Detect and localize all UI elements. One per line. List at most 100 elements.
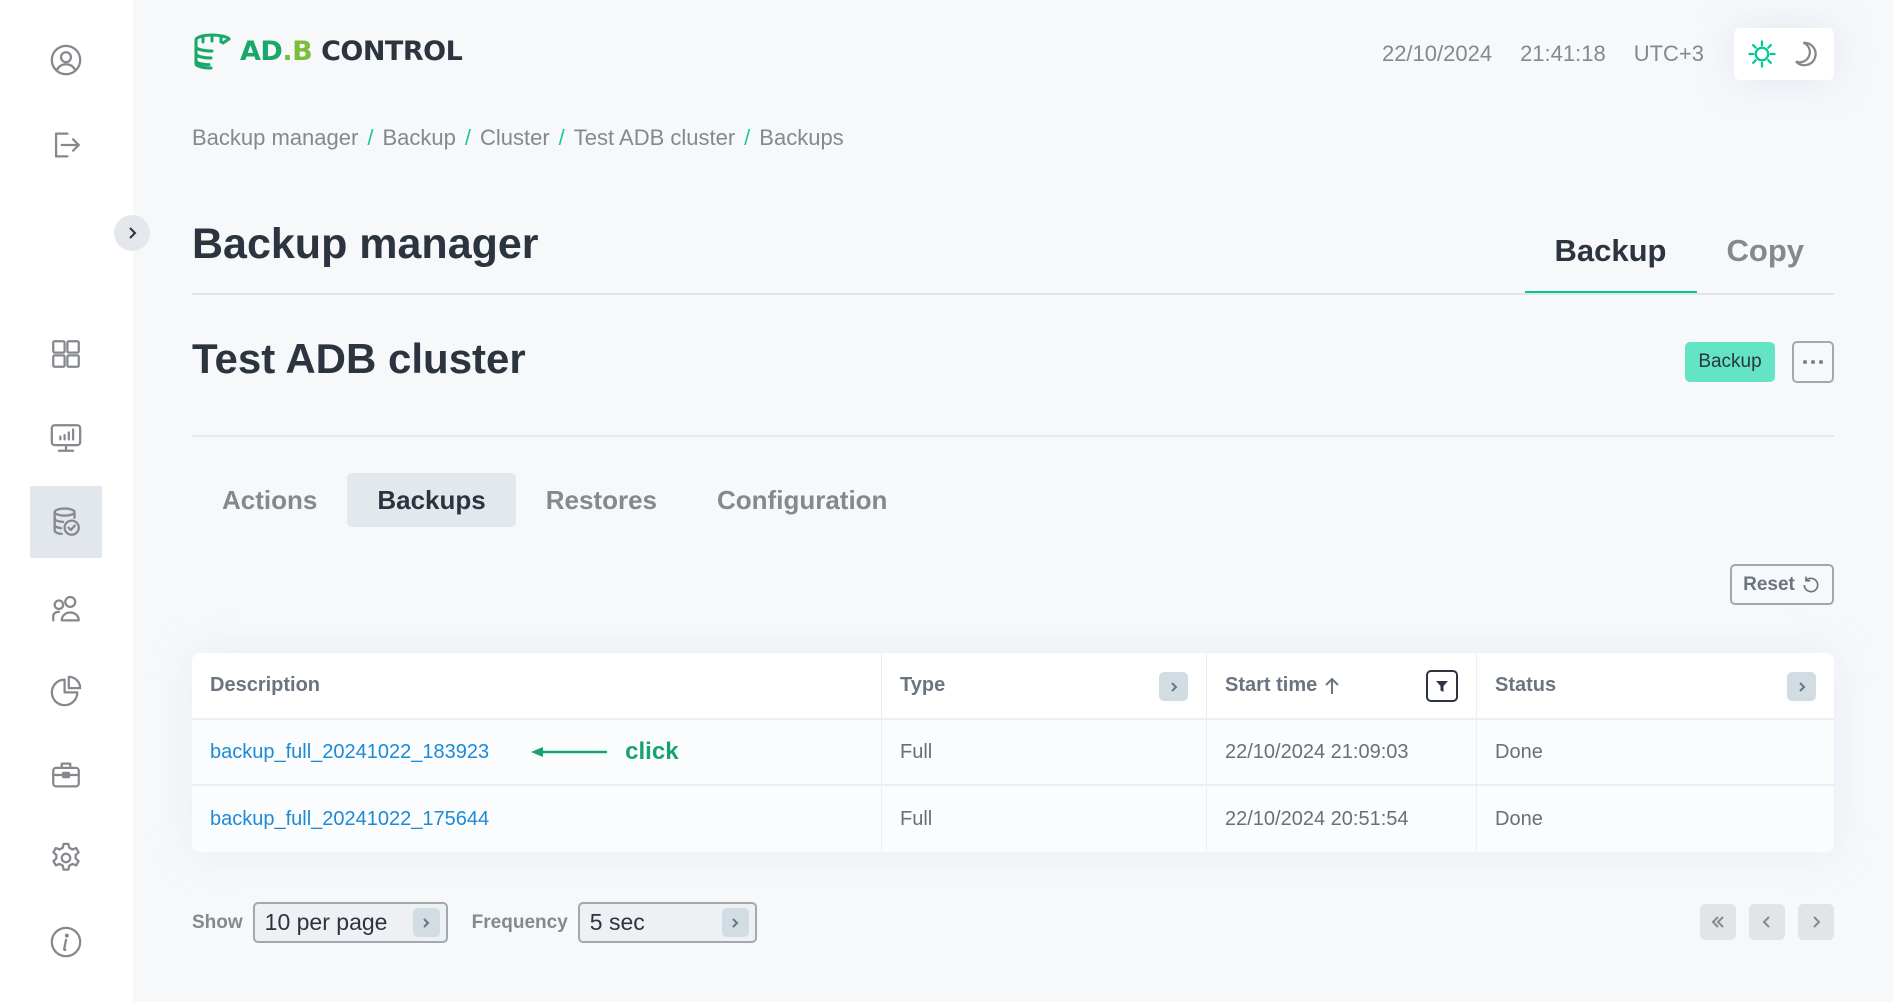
sidebar-item-settings[interactable] bbox=[30, 822, 102, 894]
show-label: Show bbox=[192, 911, 243, 933]
per-page-select[interactable]: 10 per page bbox=[252, 902, 448, 943]
tab-backup[interactable]: Backup bbox=[1524, 225, 1697, 295]
frequency-value: 5 sec bbox=[589, 909, 645, 935]
sidebar-item-monitoring[interactable] bbox=[30, 402, 102, 474]
chevron-right-icon bbox=[1813, 916, 1821, 928]
reset-button[interactable]: Reset bbox=[1730, 564, 1834, 605]
user-profile-icon bbox=[50, 44, 82, 76]
main-content: AD.B CONTROL 22/10/2024 21:41:18 UTC+3 B… bbox=[133, 0, 1894, 1002]
column-header-type: Type bbox=[882, 653, 1207, 718]
per-page-value: 10 per page bbox=[264, 909, 388, 935]
status-column-expand-button[interactable] bbox=[1787, 672, 1816, 701]
breadcrumb-cluster[interactable]: Cluster bbox=[480, 125, 550, 151]
type-column-expand-button[interactable] bbox=[1159, 672, 1188, 701]
chevron-right-icon bbox=[1798, 681, 1805, 692]
sidebar-item-dashboard[interactable] bbox=[30, 318, 102, 390]
table-header-row: Description Type Start time Status bbox=[192, 653, 1834, 720]
pagination bbox=[1700, 904, 1834, 940]
breadcrumb-separator: / bbox=[744, 125, 751, 150]
page-title: Backup manager bbox=[192, 220, 539, 268]
sort-ascending-icon[interactable] bbox=[1323, 676, 1341, 696]
column-header-status: Status bbox=[1477, 653, 1834, 718]
breadcrumb-backup-manager[interactable]: Backup manager bbox=[192, 125, 358, 151]
frequency-select[interactable]: 5 sec bbox=[577, 902, 757, 943]
start-time-filter-button[interactable] bbox=[1426, 670, 1458, 702]
table-footer: Show 10 per page Frequency 5 sec bbox=[192, 902, 757, 943]
chevron-right-icon bbox=[1170, 681, 1177, 692]
ellipsis-icon bbox=[1819, 360, 1823, 364]
tab-copy[interactable]: Copy bbox=[1697, 225, 1835, 295]
tab-backups[interactable]: Backups bbox=[347, 473, 516, 527]
tab-restores[interactable]: Restores bbox=[516, 473, 687, 527]
first-page-button[interactable] bbox=[1700, 904, 1736, 940]
annotation-text: click bbox=[625, 738, 679, 765]
column-header-start-time[interactable]: Start time bbox=[1207, 653, 1477, 718]
logo-b: .B bbox=[282, 35, 313, 67]
breadcrumb-test-adb-cluster[interactable]: Test ADB cluster bbox=[574, 125, 735, 151]
info-icon bbox=[50, 926, 82, 958]
divider bbox=[192, 435, 1834, 437]
ellipsis-icon bbox=[1803, 360, 1807, 364]
frequency-label: Frequency bbox=[471, 911, 568, 933]
chevron-left-icon bbox=[1762, 916, 1770, 928]
backup-link[interactable]: backup_full_20241022_175644 bbox=[210, 808, 489, 831]
sidebar-item-reports[interactable] bbox=[30, 655, 102, 727]
sidebar bbox=[0, 0, 133, 1002]
start-time-cell: 22/10/2024 21:09:03 bbox=[1207, 720, 1477, 784]
dashboard-grid-icon bbox=[52, 340, 80, 368]
theme-switch bbox=[1734, 28, 1834, 80]
filter-icon bbox=[1436, 681, 1448, 692]
next-page-button[interactable] bbox=[1798, 904, 1834, 940]
column-label: Start time bbox=[1225, 674, 1318, 696]
current-date: 22/10/2024 bbox=[1381, 41, 1493, 66]
column-label: Description bbox=[210, 674, 321, 696]
sidebar-item-info[interactable] bbox=[30, 906, 102, 978]
type-cell: Full bbox=[882, 786, 1207, 852]
sidebar-item-backup-manager[interactable] bbox=[30, 486, 102, 558]
app-logo[interactable]: AD.B CONTROL bbox=[192, 32, 463, 70]
profile-button[interactable] bbox=[30, 24, 102, 96]
timezone: UTC+3 bbox=[1633, 41, 1704, 66]
sidebar-item-users[interactable] bbox=[30, 573, 102, 645]
dark-theme-button[interactable] bbox=[1791, 39, 1821, 69]
arrow-left-icon bbox=[531, 747, 608, 757]
logout-button[interactable] bbox=[30, 109, 102, 181]
adb-database-logo-icon bbox=[194, 33, 231, 70]
column-label: Status bbox=[1495, 674, 1557, 696]
table-row: backup_full_20241022_175644 Full 22/10/2… bbox=[192, 786, 1834, 852]
tab-configuration[interactable]: Configuration bbox=[687, 473, 917, 527]
cluster-title: Test ADB cluster bbox=[192, 335, 526, 382]
more-actions-button[interactable] bbox=[1792, 341, 1834, 383]
light-theme-button[interactable] bbox=[1747, 39, 1777, 69]
tab-actions[interactable]: Actions bbox=[192, 473, 347, 527]
pie-chart-icon bbox=[50, 675, 82, 707]
backups-table: Description Type Start time Status backu… bbox=[192, 653, 1834, 852]
chevron-right-icon bbox=[129, 227, 137, 239]
page-tabs: Backup Copy bbox=[1524, 225, 1835, 295]
chevron-right-icon bbox=[412, 908, 440, 937]
backup-link[interactable]: backup_full_20241022_183923 bbox=[210, 741, 489, 764]
breadcrumb-separator: / bbox=[464, 125, 471, 150]
clock: 22/10/2024 21:41:18 UTC+3 bbox=[1382, 41, 1704, 67]
users-icon bbox=[52, 595, 80, 622]
reset-icon bbox=[1803, 576, 1819, 592]
previous-page-button[interactable] bbox=[1749, 904, 1785, 940]
breadcrumb-backup[interactable]: Backup bbox=[382, 125, 455, 151]
description-cell: backup_full_20241022_183923 click bbox=[192, 720, 882, 784]
ellipsis-icon bbox=[1811, 360, 1815, 364]
sidebar-expand-button[interactable] bbox=[114, 215, 150, 251]
divider bbox=[192, 293, 1834, 295]
status-cell: Done bbox=[1495, 807, 1543, 830]
backup-button[interactable]: Backup bbox=[1685, 342, 1775, 382]
current-time: 21:41:18 bbox=[1520, 41, 1606, 66]
sidebar-item-jobs[interactable] bbox=[30, 739, 102, 811]
table-row: backup_full_20241022_183923 click Full 2… bbox=[192, 720, 1834, 786]
breadcrumb: Backup manager / Backup / Cluster / Test… bbox=[192, 125, 844, 151]
moon-icon bbox=[1795, 41, 1817, 67]
breadcrumb-backups-current: Backups bbox=[759, 125, 844, 150]
logo-ad: AD bbox=[240, 35, 283, 67]
logout-icon bbox=[54, 132, 80, 158]
settings-gear-icon bbox=[52, 842, 80, 871]
status-cell: Done bbox=[1495, 740, 1543, 763]
logo-text: AD.B CONTROL bbox=[240, 35, 463, 67]
